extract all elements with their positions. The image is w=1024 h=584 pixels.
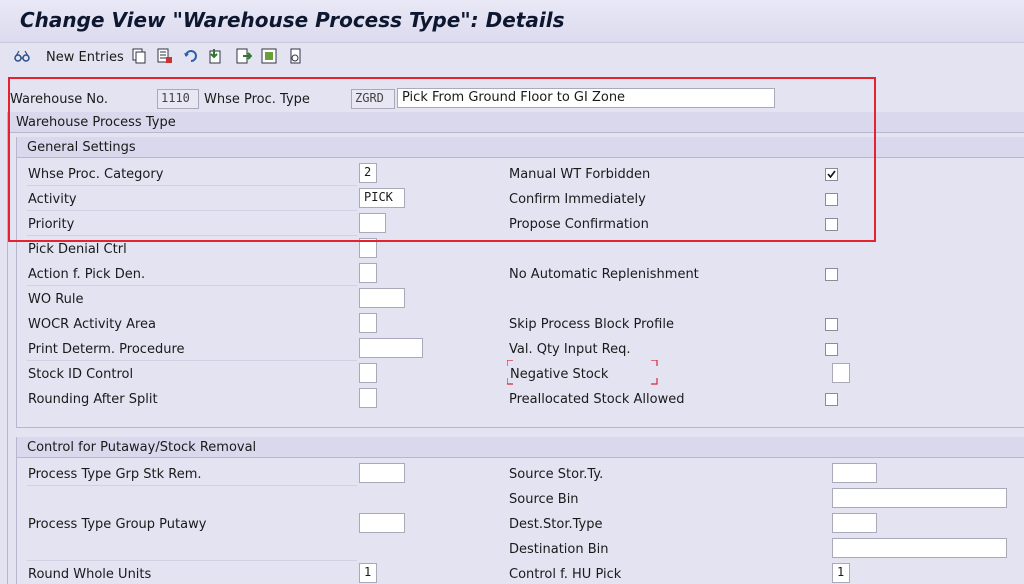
val-qty-input-checkbox[interactable] [825, 343, 838, 356]
toolbar [0, 43, 1024, 73]
preallocated-stock-checkbox[interactable] [825, 393, 838, 406]
wocr-activity-area-field[interactable] [359, 313, 377, 333]
val-qty-input-label: Val. Qty Input Req. [509, 342, 631, 357]
activity-field[interactable]: PICK [359, 188, 405, 208]
source-stor-type-label: Source Stor.Ty. [509, 467, 604, 482]
wocr-activity-area-label: WOCR Activity Area [28, 317, 156, 332]
new-entries-button[interactable]: New Entries [46, 50, 124, 65]
row-divider [27, 285, 357, 286]
wo-rule-label: WO Rule [28, 292, 84, 307]
print-icon[interactable] [288, 48, 304, 64]
destination-bin-field[interactable] [832, 538, 1007, 558]
select-block-icon[interactable] [261, 48, 277, 64]
whse-proc-category-label: Whse Proc. Category [28, 167, 164, 182]
next-entry-icon[interactable] [236, 48, 252, 64]
warehouse-no-label: Warehouse No. [10, 92, 108, 107]
propose-confirmation-checkbox[interactable] [825, 218, 838, 231]
focus-corners [507, 360, 658, 385]
round-whole-units-field[interactable]: 1 [359, 563, 377, 583]
page-title: Change View "Warehouse Process Type": De… [20, 8, 565, 32]
manual-wt-forbidden-label: Manual WT Forbidden [509, 167, 651, 182]
preallocated-stock-label: Preallocated Stock Allowed [509, 392, 685, 407]
row-divider [27, 360, 357, 361]
control-putaway-group [16, 437, 1024, 584]
activity-label: Activity [28, 192, 77, 207]
control-putaway-header: Control for Putaway/Stock Removal [17, 437, 1024, 458]
warehouse-no-field[interactable]: 1110 [157, 89, 199, 109]
row-divider [27, 560, 357, 561]
checkmark-icon [827, 170, 836, 179]
no-auto-replenishment-label: No Automatic Replenishment [509, 267, 699, 282]
source-stor-type-field[interactable] [832, 463, 877, 483]
no-auto-replenishment-checkbox[interactable] [825, 268, 838, 281]
hu-pick-label: Control f. HU Pick [509, 567, 622, 582]
row-divider [27, 485, 357, 486]
rounding-after-split-field[interactable] [359, 388, 377, 408]
glasses-icon[interactable] [14, 48, 30, 64]
ptg-putaway-field[interactable] [359, 513, 405, 533]
rounding-after-split-label: Rounding After Split [28, 392, 158, 407]
ptg-stock-removal-field[interactable] [359, 463, 405, 483]
whse-proc-type-field[interactable]: ZGRD [351, 89, 395, 109]
action-pick-denial-label: Action f. Pick Den. [28, 267, 146, 282]
row-divider [27, 235, 357, 236]
destination-bin-label: Destination Bin [509, 542, 609, 557]
propose-confirmation-label: Propose Confirmation [509, 217, 649, 232]
undo-icon[interactable] [183, 48, 199, 64]
delete-icon[interactable] [157, 48, 173, 64]
whse-proc-category-field[interactable]: 2 [359, 163, 377, 183]
source-bin-label: Source Bin [509, 492, 579, 507]
ptg-putaway-label: Process Type Group Putawy [28, 517, 207, 532]
general-settings-header: General Settings [17, 137, 1024, 158]
round-whole-units-label: Round Whole Units [28, 567, 152, 582]
copy-icon[interactable] [131, 48, 147, 64]
hu-pick-field[interactable]: 1 [832, 563, 850, 583]
dest-stor-type-field[interactable] [832, 513, 877, 533]
stock-id-control-field[interactable] [359, 363, 377, 383]
skip-process-block-label: Skip Process Block Profile [509, 317, 674, 332]
wo-rule-field[interactable] [359, 288, 405, 308]
print-determ-field[interactable] [359, 338, 423, 358]
export-icon[interactable] [208, 48, 224, 64]
skip-process-block-checkbox[interactable] [825, 318, 838, 331]
row-divider [27, 210, 357, 211]
confirm-immediately-label: Confirm Immediately [509, 192, 646, 207]
whse-proc-type-label: Whse Proc. Type [204, 92, 310, 107]
warehouse-process-type-header: Warehouse Process Type [8, 112, 1024, 133]
negative-stock-field[interactable] [832, 363, 850, 383]
pick-denial-field[interactable] [359, 238, 377, 258]
priority-field[interactable] [359, 213, 386, 233]
pick-denial-label: Pick Denial Ctrl [28, 242, 127, 257]
confirm-immediately-checkbox[interactable] [825, 193, 838, 206]
manual-wt-forbidden-checkbox[interactable] [825, 168, 838, 181]
ptg-stock-removal-label: Process Type Grp Stk Rem. [28, 467, 202, 482]
row-divider [27, 185, 357, 186]
source-bin-field[interactable] [832, 488, 1007, 508]
whse-proc-type-description[interactable]: Pick From Ground Floor to GI Zone [397, 88, 775, 108]
action-pick-denial-field[interactable] [359, 263, 377, 283]
priority-label: Priority [28, 217, 75, 232]
print-determ-label: Print Determ. Procedure [28, 342, 185, 357]
dest-stor-type-label: Dest.Stor.Type [509, 517, 603, 532]
stock-id-control-label: Stock ID Control [28, 367, 134, 382]
